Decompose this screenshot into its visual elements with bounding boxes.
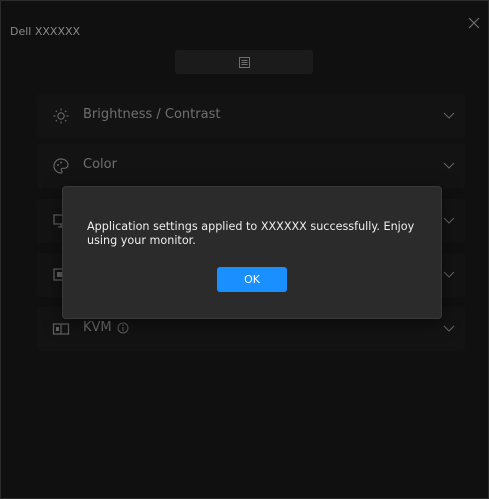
dialog-message: Application settings applied to XXXXXX s… [87, 220, 415, 247]
ok-button[interactable]: OK [217, 267, 287, 292]
app-window: Dell XXXXXX Brightness / Contrast Color [0, 0, 489, 499]
success-dialog: Application settings applied to XXXXXX s… [62, 186, 442, 319]
